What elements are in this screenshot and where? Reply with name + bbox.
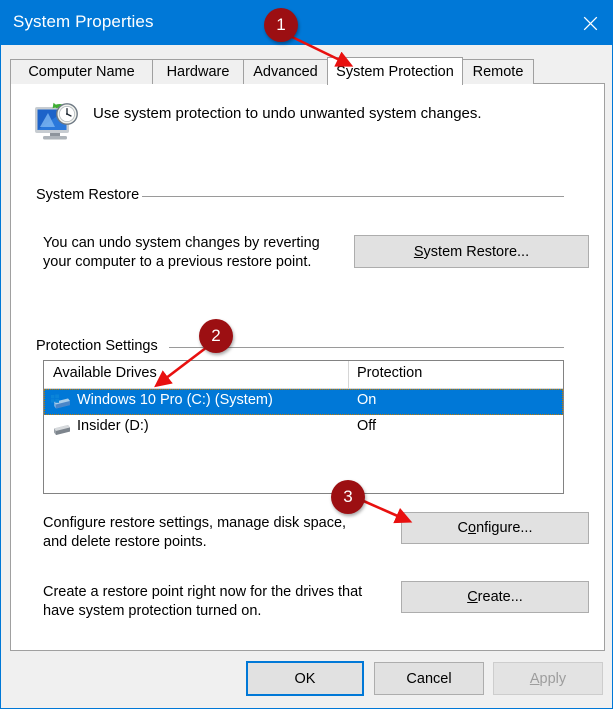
group-label-system-restore: System Restore (36, 187, 146, 203)
listview-header: Available Drives Protection (44, 361, 563, 389)
column-header-available-drives[interactable]: Available Drives (53, 365, 157, 381)
cancel-button[interactable]: Cancel (374, 662, 484, 695)
create-button-rest: reate... (478, 589, 523, 605)
configure-button-rest: nfigure... (476, 520, 532, 536)
listview-row[interactable]: Insider (D:) Off (44, 415, 563, 441)
accel-char: o (468, 520, 476, 536)
listview-selected-row[interactable]: Windows 10 Pro (C:) (System) On (44, 389, 563, 415)
tab-strip: Computer Name Hardware Advanced System P… (10, 57, 605, 84)
hard-drive-icon (50, 419, 72, 437)
tab-label: Hardware (167, 64, 230, 80)
apply-button-rest: pply (540, 671, 567, 687)
system-restore-description-line2: your computer to a previous restore poin… (43, 253, 320, 272)
tab-system-protection[interactable]: System Protection (327, 57, 463, 85)
apply-button-label: Apply (530, 671, 566, 687)
create-description-line2: have system protection turned on. (43, 602, 362, 621)
create-description: Create a restore point right now for the… (43, 583, 362, 621)
annotation-marker-2: 2 (199, 319, 233, 353)
windows-system-drive-icon (50, 393, 72, 411)
create-description-line1: Create a restore point right now for the… (43, 583, 362, 602)
footer-bar: OK Cancel Apply (1, 652, 613, 709)
close-icon (583, 16, 598, 31)
tab-label: Advanced (253, 64, 318, 80)
drive-protection-status: On (357, 392, 376, 408)
tab-computer-name[interactable]: Computer Name (10, 59, 153, 84)
configure-description: Configure restore settings, manage disk … (43, 514, 346, 552)
annotation-marker-3: 3 (331, 480, 365, 514)
configure-button-label: Configure... (458, 520, 533, 536)
group-rule-system-restore (142, 196, 564, 197)
configure-button[interactable]: Configure... (401, 512, 589, 544)
ok-button-label: OK (295, 671, 316, 687)
tab-label: System Protection (336, 64, 454, 80)
system-properties-dialog: System Properties Computer Name Hardware… (0, 0, 613, 709)
title-bar: System Properties (1, 1, 613, 45)
configure-description-line1: Configure restore settings, manage disk … (43, 514, 346, 533)
column-header-protection[interactable]: Protection (357, 365, 422, 381)
group-label-protection-settings: Protection Settings (36, 338, 165, 354)
window-title: System Properties (13, 12, 154, 32)
system-restore-button[interactable]: System Restore... (354, 235, 589, 268)
system-restore-button-label: System Restore... (414, 244, 529, 260)
drives-listview[interactable]: Available Drives Protection (43, 360, 564, 494)
annotation-marker-number: 3 (343, 487, 352, 507)
apply-button[interactable]: Apply (493, 662, 603, 695)
drive-name: Insider (D:) (77, 418, 149, 434)
create-button[interactable]: Create... (401, 581, 589, 613)
drive-name: Windows 10 Pro (C:) (System) (77, 392, 273, 408)
annotation-marker-1: 1 (264, 8, 298, 42)
annotation-marker-number: 1 (276, 15, 285, 35)
system-restore-description: You can undo system changes by reverting… (43, 234, 320, 272)
system-protection-icon (31, 99, 81, 145)
drive-protection-status: Off (357, 418, 376, 434)
header-description: Use system protection to undo unwanted s… (93, 105, 482, 122)
accel-char: A (530, 671, 540, 687)
tab-label: Remote (473, 64, 524, 80)
cancel-button-label: Cancel (406, 671, 451, 687)
tab-remote[interactable]: Remote (462, 59, 534, 84)
tab-hardware[interactable]: Hardware (152, 59, 244, 84)
ok-button[interactable]: OK (246, 661, 364, 696)
column-separator (348, 361, 349, 388)
accel-char: S (414, 244, 424, 260)
create-button-label: Create... (467, 589, 523, 605)
system-restore-button-rest: ystem Restore... (424, 244, 530, 260)
close-button[interactable] (567, 1, 613, 45)
configure-description-line2: and delete restore points. (43, 533, 346, 552)
tab-advanced[interactable]: Advanced (243, 59, 328, 84)
tab-label: Computer Name (28, 64, 134, 80)
annotation-marker-number: 2 (211, 326, 220, 346)
accel-char: C (467, 589, 477, 605)
system-restore-description-line1: You can undo system changes by reverting (43, 234, 320, 253)
